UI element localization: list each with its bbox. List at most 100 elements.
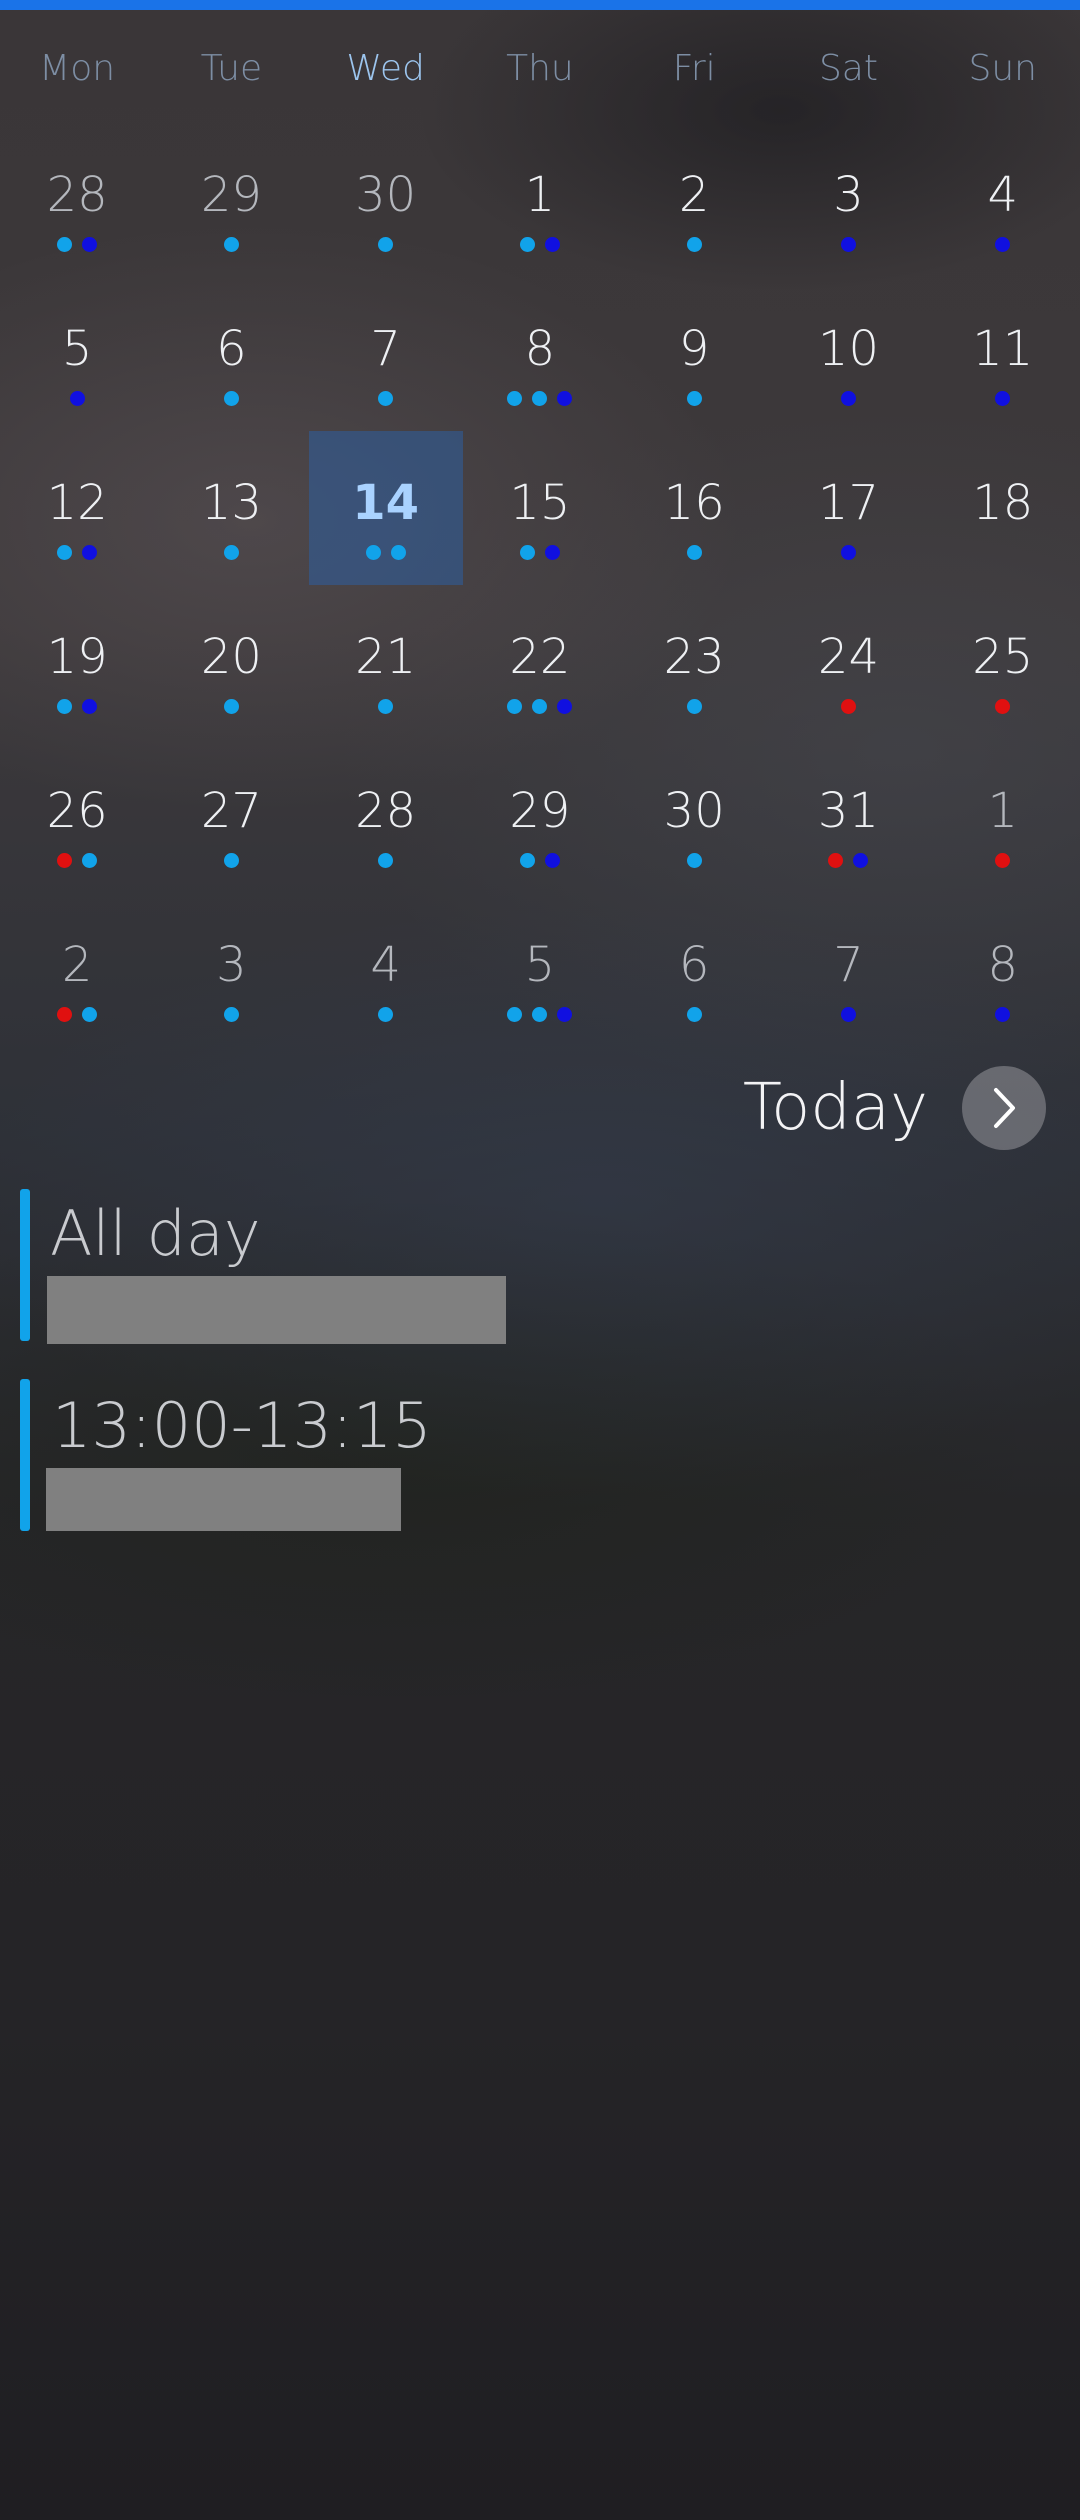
- day-number: 6: [216, 321, 247, 377]
- event-dot: [57, 699, 73, 714]
- day-cell[interactable]: 23: [617, 585, 771, 739]
- weekday-mon: Mon: [39, 48, 116, 89]
- day-cell[interactable]: 5: [463, 893, 617, 1047]
- event-dot: [82, 699, 98, 714]
- event-item-timed[interactable]: 13:00-13:15: [20, 1379, 1060, 1531]
- event-dot: [544, 853, 560, 868]
- day-cell[interactable]: 27: [154, 739, 308, 893]
- event-dots: [926, 545, 1080, 559]
- day-number: 30: [663, 783, 725, 839]
- event-dot: [532, 1007, 548, 1022]
- event-dot: [853, 853, 869, 868]
- day-cell[interactable]: 2: [617, 123, 771, 277]
- day-cell[interactable]: 8: [463, 277, 617, 431]
- day-number: 1: [987, 783, 1018, 839]
- day-cell[interactable]: 25: [926, 585, 1080, 739]
- day-cell[interactable]: 10: [771, 277, 925, 431]
- day-cell[interactable]: 9: [617, 277, 771, 431]
- day-cell[interactable]: 1: [926, 739, 1080, 893]
- day-cell[interactable]: 17: [771, 431, 925, 585]
- day-cell[interactable]: 28: [0, 123, 154, 277]
- event-dot: [57, 1007, 73, 1022]
- event-dots: [463, 1007, 617, 1022]
- day-number: 29: [200, 167, 262, 223]
- day-cell[interactable]: 6: [154, 277, 308, 431]
- event-dots: [309, 545, 463, 560]
- event-dot: [223, 545, 239, 560]
- day-cell[interactable]: 19: [0, 585, 154, 739]
- event-dot: [995, 1007, 1011, 1022]
- day-number: 28: [355, 783, 417, 839]
- event-dots: [154, 1007, 308, 1022]
- day-number: 3: [216, 937, 247, 993]
- event-dot: [378, 1007, 394, 1022]
- event-dot: [557, 1007, 573, 1022]
- event-title-redacted: [47, 1276, 506, 1344]
- event-dots: [309, 853, 463, 868]
- event-dot: [828, 853, 844, 868]
- today-label: Today: [742, 1071, 928, 1145]
- day-number: 19: [46, 629, 108, 685]
- day-number: 22: [509, 629, 571, 685]
- day-number: 11: [972, 321, 1034, 377]
- day-number: 29: [509, 783, 571, 839]
- day-cell[interactable]: 24: [771, 585, 925, 739]
- day-cell[interactable]: 1: [463, 123, 617, 277]
- event-item-all-day[interactable]: All day: [20, 1189, 1060, 1344]
- day-number: 15: [509, 475, 571, 531]
- event-dots: [309, 1007, 463, 1022]
- event-dots: [771, 699, 925, 714]
- day-cell[interactable]: 15: [463, 431, 617, 585]
- day-cell[interactable]: 20: [154, 585, 308, 739]
- day-cell[interactable]: 3: [154, 893, 308, 1047]
- day-cell[interactable]: 7: [771, 893, 925, 1047]
- event-dot: [519, 853, 535, 868]
- day-cell[interactable]: 30: [617, 739, 771, 893]
- day-number: 9: [678, 321, 710, 377]
- weekday-fri: Fri: [672, 48, 716, 89]
- event-dots: [309, 699, 463, 714]
- day-cell[interactable]: 6: [617, 893, 771, 1047]
- day-cell[interactable]: 29: [154, 123, 308, 277]
- event-color-bar: [20, 1189, 30, 1341]
- event-title-redacted: [46, 1468, 401, 1531]
- today-button[interactable]: Today: [743, 1066, 1046, 1150]
- day-number: 12: [46, 475, 108, 531]
- day-cell[interactable]: 31: [771, 739, 925, 893]
- event-dots: [0, 545, 154, 560]
- event-dot: [532, 391, 548, 406]
- event-dots: [771, 237, 925, 252]
- chevron-right-icon[interactable]: [962, 1066, 1046, 1150]
- day-cell[interactable]: 4: [926, 123, 1080, 277]
- day-number: 1: [524, 167, 556, 223]
- event-dot: [378, 699, 394, 714]
- day-number: 18: [972, 475, 1034, 531]
- day-cell[interactable]: 7: [309, 277, 463, 431]
- day-cell[interactable]: 29: [463, 739, 617, 893]
- event-dot: [686, 391, 702, 406]
- day-cell[interactable]: 2: [0, 893, 154, 1047]
- weekday-sun: Sun: [968, 48, 1037, 89]
- event-dot: [507, 391, 523, 406]
- day-cell[interactable]: 12: [0, 431, 154, 585]
- event-dot: [840, 699, 856, 714]
- day-cell[interactable]: 13: [154, 431, 308, 585]
- day-cell[interactable]: 16: [617, 431, 771, 585]
- day-cell[interactable]: 21: [309, 585, 463, 739]
- event-color-bar: [20, 1379, 30, 1531]
- day-cell[interactable]: 4: [309, 893, 463, 1047]
- day-cell[interactable]: 28: [309, 739, 463, 893]
- event-dots: [0, 853, 154, 868]
- day-cell[interactable]: 3: [771, 123, 925, 277]
- day-number: 2: [61, 937, 93, 993]
- event-dot: [57, 853, 73, 868]
- day-cell[interactable]: 30: [309, 123, 463, 277]
- day-cell[interactable]: 26: [0, 739, 154, 893]
- day-cell-selected[interactable]: 14: [308, 431, 463, 585]
- event-dots: [463, 237, 617, 252]
- day-cell[interactable]: 8: [926, 893, 1080, 1047]
- day-cell[interactable]: 22: [463, 585, 617, 739]
- day-cell[interactable]: 18: [926, 431, 1080, 585]
- day-cell[interactable]: 5: [0, 277, 154, 431]
- day-cell[interactable]: 11: [926, 277, 1080, 431]
